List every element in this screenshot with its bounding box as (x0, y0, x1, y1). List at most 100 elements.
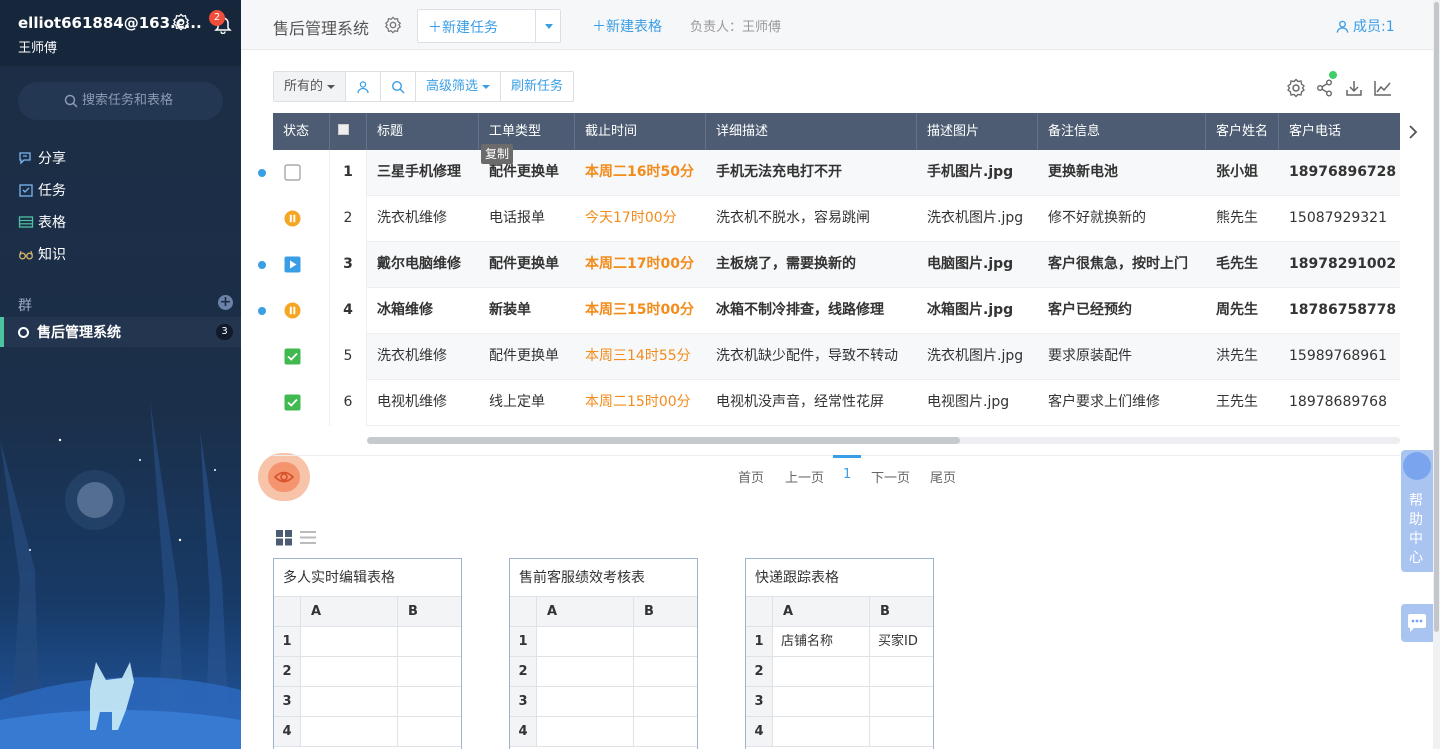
table-card-title[interactable]: 快递跟踪表格 (746, 559, 933, 597)
table-row[interactable]: 1 三星手机修理 配件更换单 本周二16时50分 手机无法充电打不开 手机图片.jpg 更换… (273, 150, 1400, 196)
cell-desc[interactable]: 冰箱不制冷排查，线路修理 (706, 288, 917, 334)
pause-icon[interactable] (284, 302, 301, 319)
grid-cell[interactable] (398, 687, 461, 716)
grid-cell[interactable] (301, 687, 398, 716)
pause-icon[interactable] (284, 210, 301, 227)
cell-deadline[interactable]: 本周二16时50分 (575, 150, 706, 196)
grid-cell[interactable] (301, 717, 398, 746)
column-header-phone[interactable]: 客户电话 (1279, 113, 1400, 150)
grid-cell[interactable] (634, 657, 697, 686)
checked-checkbox-icon[interactable] (284, 394, 301, 411)
grid-cell[interactable] (634, 687, 697, 716)
cell-image[interactable]: 手机图片.jpg (917, 150, 1038, 196)
table-row[interactable]: 6 电视机维修 线上定单 本周二15时00分 电视机没声音，经常性花屏 电视图片.jpg 客… (273, 380, 1400, 426)
cell-image[interactable]: 洗衣机图片.jpg (917, 196, 1038, 242)
chart-button[interactable] (1373, 78, 1402, 98)
status-cell[interactable] (273, 242, 330, 288)
grid-cell[interactable]: 店铺名称 (773, 627, 870, 656)
column-header-image[interactable]: 描述图片 (917, 113, 1038, 150)
new-task-button[interactable]: ＋新建任务 (417, 9, 561, 43)
sidebar-item-knowledge[interactable]: 知识 (18, 238, 66, 270)
help-center-button[interactable]: 帮助中心 (1401, 450, 1433, 572)
filter-user-button[interactable] (346, 72, 382, 101)
grid-cell[interactable] (398, 717, 461, 746)
cell-customer[interactable]: 熊先生 (1206, 196, 1279, 242)
play-icon[interactable] (284, 256, 301, 273)
cell-title[interactable]: 戴尔电脑维修 (367, 242, 479, 288)
sidebar-item-table[interactable]: 表格 (18, 206, 66, 238)
column-header-title[interactable]: 标题 (367, 113, 479, 150)
list-view-icon[interactable] (299, 529, 317, 546)
grid-cell[interactable] (870, 687, 933, 716)
cell-desc[interactable]: 主板烧了，需要换新的 (706, 242, 917, 288)
grid-cell[interactable] (870, 657, 933, 686)
grid-cell[interactable] (537, 717, 634, 746)
table-row[interactable]: 5 洗衣机维修 配件更换单 本周三14时55分 洗衣机缺少配件，导致不转动 洗衣机图片.j… (273, 334, 1400, 380)
cell-desc[interactable]: 电视机没声音，经常性花屏 (706, 380, 917, 426)
first-page-link[interactable]: 首页 (738, 467, 764, 486)
grid-cell[interactable] (301, 627, 398, 656)
cell-desc[interactable]: 洗衣机缺少配件，导致不转动 (706, 334, 917, 380)
cell-title[interactable]: 洗衣机维修 (367, 334, 479, 380)
select-all-checkbox[interactable] (338, 124, 349, 135)
cell-remark[interactable]: 更换新电池 (1038, 150, 1206, 196)
project-settings-gear-icon[interactable] (384, 16, 402, 34)
cell-deadline[interactable]: 本周二17时00分 (575, 242, 706, 288)
scrollbar-thumb[interactable] (367, 437, 960, 444)
sidebar-item-task[interactable]: 任务 (18, 174, 66, 206)
cell-title[interactable]: 三星手机修理 (367, 150, 479, 196)
grid-cell[interactable] (301, 657, 398, 686)
members-button[interactable]: 成员:1 (1335, 16, 1395, 36)
grid-cell[interactable]: 买家ID (870, 627, 933, 656)
cell-type[interactable]: 配件更换单 (479, 242, 575, 288)
column-header-remark[interactable]: 备注信息 (1038, 113, 1206, 150)
cell-remark[interactable]: 修不好就换新的 (1038, 196, 1206, 242)
column-header-description[interactable]: 详细描述 (706, 113, 917, 150)
cell-title[interactable]: 冰箱维修 (367, 288, 479, 334)
status-cell[interactable] (273, 150, 330, 196)
cell-title[interactable]: 洗衣机维修 (367, 196, 479, 242)
cell-type[interactable]: 配件更换单 (479, 334, 575, 380)
cell-remark[interactable]: 要求原装配件 (1038, 334, 1206, 380)
grid-cell[interactable] (398, 657, 461, 686)
cell-customer[interactable]: 王先生 (1206, 380, 1279, 426)
cell-customer[interactable]: 毛先生 (1206, 242, 1279, 288)
cell-desc[interactable]: 洗衣机不脱水，容易跳闸 (706, 196, 917, 242)
grid-cell[interactable] (870, 717, 933, 746)
checked-checkbox-icon[interactable] (284, 348, 301, 365)
grid-cell[interactable] (773, 687, 870, 716)
cell-image[interactable]: 电脑图片.jpg (917, 242, 1038, 288)
grid-view-icon[interactable] (275, 529, 293, 546)
table-card[interactable]: 售前客服绩效考核表 A B 1 2 3 4 (509, 558, 698, 749)
cell-phone[interactable]: 15989768961 (1279, 334, 1400, 380)
cell-title[interactable]: 电视机维修 (367, 380, 479, 426)
cell-phone[interactable]: 18976896728 (1279, 150, 1400, 196)
grid-cell[interactable] (537, 687, 634, 716)
sidebar-group-item[interactable]: 售后管理系统 3 (0, 317, 241, 347)
refresh-tasks-button[interactable]: 刷新任务 (501, 72, 573, 101)
last-page-link[interactable]: 尾页 (930, 467, 956, 486)
scrollbar-thumb[interactable] (1434, 2, 1439, 632)
filter-all-dropdown[interactable]: 所有的 (274, 72, 347, 101)
status-cell[interactable] (273, 196, 330, 242)
cell-image[interactable]: 冰箱图片.jpg (917, 288, 1038, 334)
table-settings-button[interactable] (1286, 78, 1315, 98)
cell-remark[interactable]: 客户已经预约 (1038, 288, 1206, 334)
cell-image[interactable]: 电视图片.jpg (917, 380, 1038, 426)
grid-cell[interactable] (634, 717, 697, 746)
table-card[interactable]: 多人实时编辑表格 A B 1 2 3 4 (273, 558, 462, 749)
cell-phone[interactable]: 15087929321 (1279, 196, 1400, 242)
table-row[interactable]: 3 戴尔电脑维修 配件更换单 本周二17时00分 主板烧了，需要换新的 电脑图片.jpg 客… (273, 242, 1400, 288)
new-table-button[interactable]: ＋新建表格 (592, 16, 662, 36)
horizontal-scrollbar[interactable] (367, 437, 1400, 444)
prev-page-link[interactable]: 上一页 (785, 467, 824, 486)
chevron-down-icon[interactable] (545, 24, 553, 29)
unchecked-checkbox-icon[interactable] (284, 164, 301, 181)
cell-remark[interactable]: 客户要求上们维修 (1038, 380, 1206, 426)
cell-customer[interactable]: 周先生 (1206, 288, 1279, 334)
table-row[interactable]: 2 洗衣机维修 电话报单 今天17时00分 洗衣机不脱水，容易跳闸 洗衣机图片.jpg 修不… (273, 196, 1400, 242)
download-button[interactable] (1344, 78, 1373, 98)
vertical-scrollbar[interactable] (1433, 0, 1440, 749)
cell-deadline[interactable]: 本周三14时55分 (575, 334, 706, 380)
column-header-status[interactable]: 状态 (273, 113, 330, 150)
